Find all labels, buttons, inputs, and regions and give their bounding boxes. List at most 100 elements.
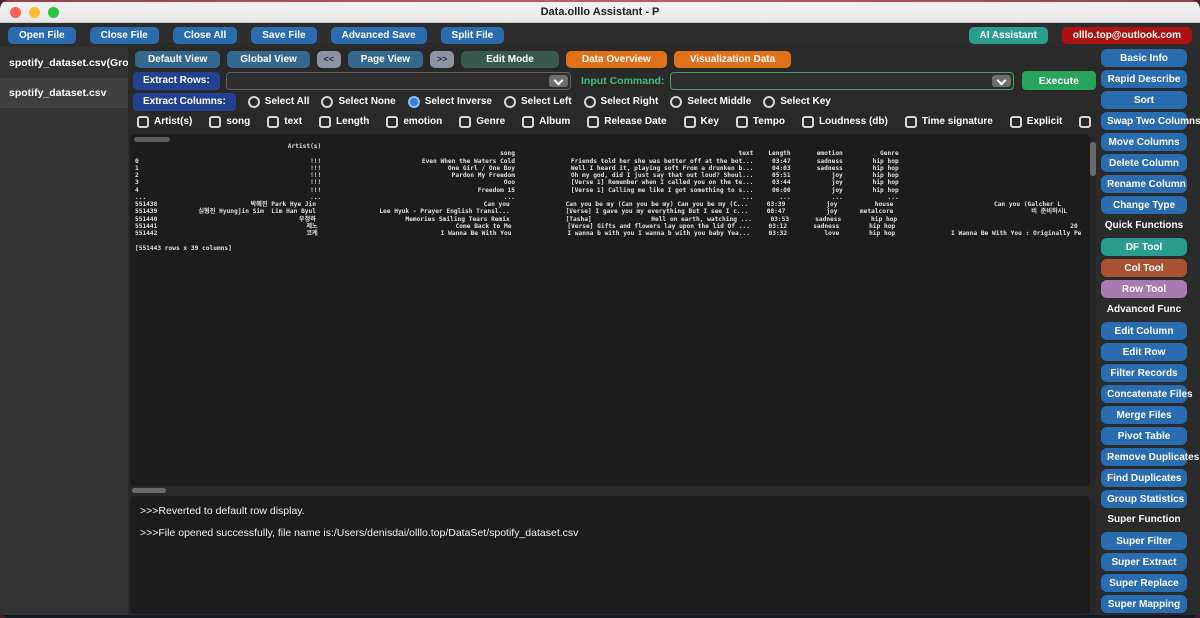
tool-button-filter-records[interactable]: Filter Records	[1101, 364, 1187, 382]
column-checkbox[interactable]: Popu	[1079, 116, 1096, 128]
tool-button-edit-column[interactable]: Edit Column	[1101, 322, 1187, 340]
radio-icon[interactable]	[408, 96, 420, 108]
tool-button-df-tool[interactable]: DF Tool	[1101, 238, 1187, 256]
radio-icon[interactable]	[584, 96, 596, 108]
tool-button-group-statistics[interactable]: Group Statistics	[1101, 490, 1187, 508]
radio-option[interactable]: Select Middle	[670, 96, 751, 108]
view-button--[interactable]: >>	[430, 51, 454, 68]
checkbox-icon[interactable]	[587, 116, 599, 128]
view-button-global-view[interactable]: Global View	[227, 51, 310, 68]
toolbar-button-split-file[interactable]: Split File	[441, 27, 505, 44]
checkbox-label: Genre	[476, 116, 505, 127]
tool-button-swap-two-columns[interactable]: Swap Two Columns	[1101, 112, 1187, 130]
checkbox-icon[interactable]	[522, 116, 534, 128]
input-command-input[interactable]	[675, 73, 988, 89]
column-checkbox[interactable]: Loudness (db)	[802, 116, 888, 128]
toolbar-button-advanced-save[interactable]: Advanced Save	[331, 27, 427, 44]
radio-option[interactable]: Select Key	[763, 96, 831, 108]
toolbar-button-close-all[interactable]: Close All	[173, 27, 237, 44]
ai-assistant-button[interactable]: AI Assistant	[969, 27, 1048, 44]
checkbox-icon[interactable]	[319, 116, 331, 128]
vertical-scrollbar[interactable]	[1090, 138, 1096, 480]
column-checkbox[interactable]: Explicit	[1010, 116, 1063, 128]
column-checkbox[interactable]: emotion	[386, 116, 442, 128]
toolbar-button-close-file[interactable]: Close File	[90, 27, 159, 44]
radio-option[interactable]: Select All	[248, 96, 310, 108]
column-checkbox[interactable]: Length	[319, 116, 369, 128]
column-checkbox[interactable]: Genre	[459, 116, 505, 128]
tool-button-rename-column[interactable]: Rename Column	[1101, 175, 1187, 193]
column-checkbox[interactable]: song	[209, 116, 250, 128]
tool-button-row-tool[interactable]: Row Tool	[1101, 280, 1187, 298]
vertical-scrollbar-handle[interactable]	[1090, 142, 1096, 176]
tool-button-super-extract[interactable]: Super Extract	[1101, 553, 1187, 571]
radio-option[interactable]: Select None	[321, 96, 395, 108]
column-checkbox[interactable]: Tempo	[736, 116, 785, 128]
checkbox-icon[interactable]	[1079, 116, 1091, 128]
toolbar-button-open-file[interactable]: Open File	[8, 27, 76, 44]
chevron-down-icon[interactable]	[549, 75, 568, 87]
view-button-default-view[interactable]: Default View	[135, 51, 220, 68]
radio-option[interactable]: Select Inverse	[408, 96, 492, 108]
radio-option[interactable]: Select Left	[504, 96, 572, 108]
radio-icon[interactable]	[321, 96, 333, 108]
tool-button-rapid-describe[interactable]: Rapid Describe	[1101, 70, 1187, 88]
radio-icon[interactable]	[763, 96, 775, 108]
checkbox-icon[interactable]	[684, 116, 696, 128]
column-checkbox[interactable]: Artist(s)	[137, 116, 192, 128]
column-checkbox[interactable]: Key	[684, 116, 719, 128]
toolbar-button-save-file[interactable]: Save File	[251, 27, 316, 44]
view-button-page-view[interactable]: Page View	[348, 51, 423, 68]
tool-button-concatenate-files[interactable]: Concatenate Files	[1101, 385, 1187, 403]
tool-button-basic-info[interactable]: Basic Info	[1101, 49, 1187, 67]
checkbox-icon[interactable]	[1010, 116, 1022, 128]
input-command-combobox[interactable]	[670, 72, 1013, 90]
close-window-button[interactable]	[10, 7, 21, 18]
column-checkbox[interactable]: Release Date	[587, 116, 666, 128]
checkbox-icon[interactable]	[209, 116, 221, 128]
tool-button-merge-files[interactable]: Merge Files	[1101, 406, 1187, 424]
execute-button[interactable]: Execute	[1022, 71, 1096, 90]
tool-button-move-columns[interactable]: Move Columns	[1101, 133, 1187, 151]
zoom-window-button[interactable]	[48, 7, 59, 18]
tool-button-remove-duplicates[interactable]: Remove Duplicates	[1101, 448, 1187, 466]
extract-rows-combobox[interactable]	[226, 72, 571, 90]
tool-button-super-mapping[interactable]: Super Mapping	[1101, 595, 1187, 613]
top-hscrollbar-handle[interactable]	[134, 137, 170, 142]
column-checkbox[interactable]: text	[267, 116, 302, 128]
tool-button-pivot-table[interactable]: Pivot Table	[1101, 427, 1187, 445]
file-item[interactable]: spotify_dataset.csv	[0, 78, 128, 108]
view-button--[interactable]: <<	[317, 51, 341, 68]
column-checkbox[interactable]: Album	[522, 116, 570, 128]
radio-icon[interactable]	[670, 96, 682, 108]
radio-option[interactable]: Select Right	[584, 96, 659, 108]
checkbox-icon[interactable]	[905, 116, 917, 128]
extract-rows-input[interactable]	[231, 73, 546, 89]
horizontal-scrollbar[interactable]	[130, 487, 1090, 495]
tool-button-delete-column[interactable]: Delete Column	[1101, 154, 1187, 172]
tool-button-super-filter[interactable]: Super Filter	[1101, 532, 1187, 550]
tool-button-change-type[interactable]: Change Type	[1101, 196, 1187, 214]
radio-icon[interactable]	[504, 96, 516, 108]
tool-button-find-duplicates[interactable]: Find Duplicates	[1101, 469, 1187, 487]
tool-button-edit-row[interactable]: Edit Row	[1101, 343, 1187, 361]
tool-button-col-tool[interactable]: Col Tool	[1101, 259, 1187, 277]
radio-icon[interactable]	[248, 96, 260, 108]
horizontal-scrollbar-handle[interactable]	[132, 488, 166, 493]
column-checkbox[interactable]: Time signature	[905, 116, 993, 128]
checkbox-icon[interactable]	[459, 116, 471, 128]
view-button-edit-mode[interactable]: Edit Mode	[461, 51, 559, 68]
checkbox-icon[interactable]	[267, 116, 279, 128]
checkbox-icon[interactable]	[137, 116, 149, 128]
view-button-visualization-data[interactable]: Visualization Data	[674, 51, 791, 68]
checkbox-icon[interactable]	[736, 116, 748, 128]
file-item[interactable]: spotify_dataset.csv(GroupBy)	[0, 48, 128, 78]
checkbox-icon[interactable]	[802, 116, 814, 128]
view-button-data-overview[interactable]: Data Overview	[566, 51, 667, 68]
checkbox-icon[interactable]	[386, 116, 398, 128]
tool-button-sort[interactable]: Sort	[1101, 91, 1187, 109]
account-button[interactable]: olllo.top@outlook.com	[1062, 27, 1192, 44]
tool-button-super-replace[interactable]: Super Replace	[1101, 574, 1187, 592]
chevron-down-icon[interactable]	[992, 75, 1011, 87]
minimize-window-button[interactable]	[29, 7, 40, 18]
